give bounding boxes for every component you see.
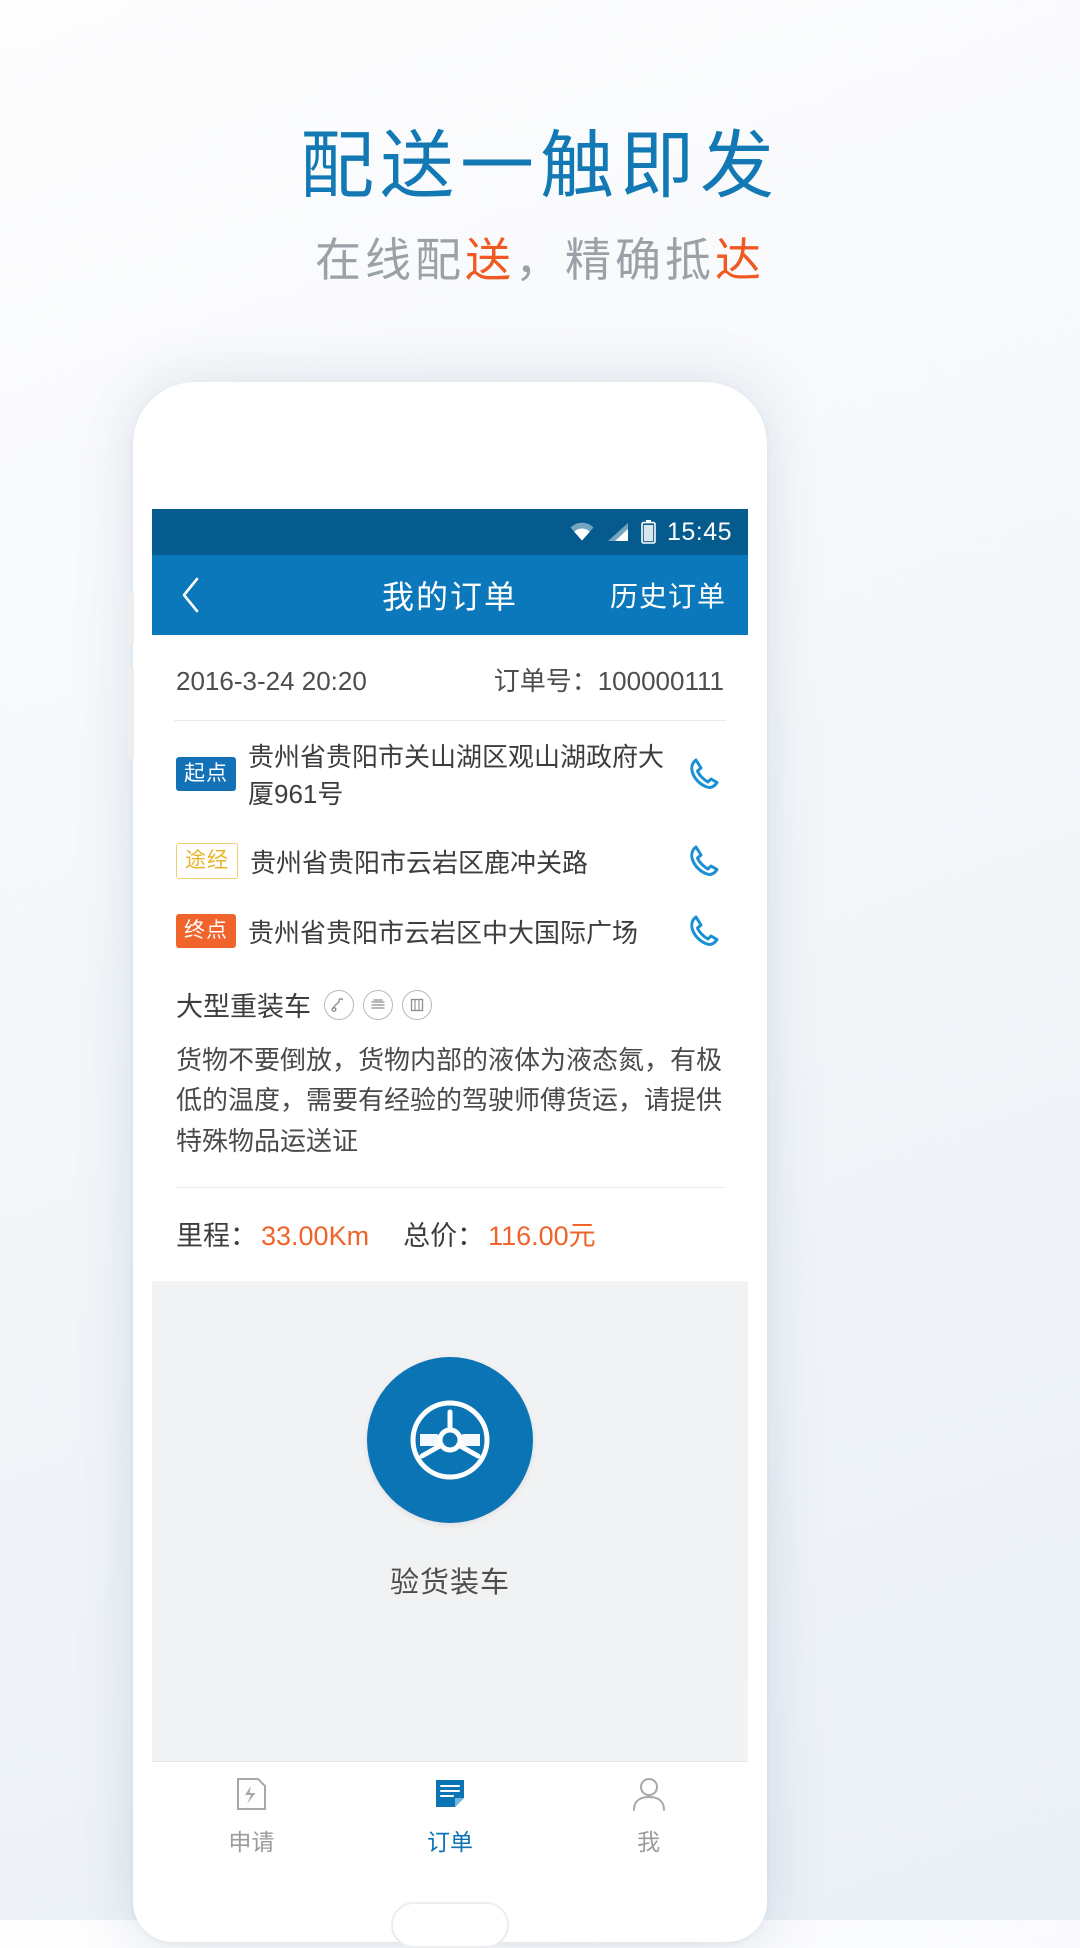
badge-start: 起点 xyxy=(176,757,236,791)
back-button[interactable] xyxy=(152,555,230,635)
order-note: 货物不要倒放，货物内部的液体为液态氮，有极低的温度，需要有经验的驾驶师傅货运，请… xyxy=(176,1045,723,1156)
hook-icon xyxy=(324,989,354,1020)
phone-icon[interactable] xyxy=(684,841,724,881)
order-totals: 里程： 33.00Km 总价： 116.00元 xyxy=(174,1188,726,1253)
order-list-icon xyxy=(430,1773,470,1815)
promo-subtitle-part-1: 在线配 xyxy=(315,232,465,287)
order-number-label: 订单号： xyxy=(493,666,598,696)
order-card-header: 2016-3-24 20:20 订单号：100000111 xyxy=(174,635,726,721)
price-value: 116.00元 xyxy=(488,1220,596,1251)
tab-bar: 申请 订单 我 xyxy=(152,1761,748,1867)
tab-order-label: 订单 xyxy=(427,1828,473,1855)
wifi-icon xyxy=(569,522,595,542)
address-text-start: 贵州省贵阳市关山湖区观山湖政府大厦961号 xyxy=(248,742,665,809)
action-label: 验货装车 xyxy=(389,1566,510,1599)
promo-title: 配送一触即发 xyxy=(300,123,780,209)
tab-profile-label: 我 xyxy=(637,1828,661,1855)
battery-icon xyxy=(641,520,656,544)
tab-order[interactable]: 订单 xyxy=(351,1762,550,1867)
status-bar: 15:45 xyxy=(152,509,748,555)
chevron-left-icon xyxy=(182,577,199,613)
action-area: 验货装车 xyxy=(152,1280,748,1677)
board-icon xyxy=(402,989,432,1020)
tab-profile[interactable]: 我 xyxy=(549,1762,748,1867)
verify-and-load-button[interactable] xyxy=(367,1356,533,1523)
mileage-value: 33.00Km xyxy=(261,1220,370,1251)
badge-via: 途经 xyxy=(176,843,238,879)
steering-wheel-icon xyxy=(410,1400,490,1480)
phone-icon[interactable] xyxy=(684,911,724,951)
order-number-value: 100000111 xyxy=(597,666,724,696)
home-button[interactable] xyxy=(391,1902,509,1948)
order-number-wrap: 订单号：100000111 xyxy=(494,661,724,698)
order-card: 2016-3-24 20:20 订单号：100000111 起点 贵州省贵阳市关… xyxy=(152,635,748,1281)
address-text-end: 贵州省贵阳市云岩区中大国际广场 xyxy=(248,917,639,948)
phone-screen: 15:45 我的订单 历史订单 2016-3-24 20:20 订单号：1000… xyxy=(152,509,748,1867)
vehicle-name: 大型重装车 xyxy=(176,992,311,1022)
order-datetime: 2016-3-24 20:20 xyxy=(176,666,367,696)
promo-subtitle: 在线配送，精确抵达 xyxy=(0,224,1080,290)
address-row-via: 途经 贵州省贵阳市云岩区鹿冲关路 xyxy=(174,825,726,895)
phone-mockup: 15:45 我的订单 历史订单 2016-3-24 20:20 订单号：1000… xyxy=(128,382,767,1948)
price-label: 总价： xyxy=(403,1220,485,1251)
apply-icon xyxy=(231,1773,271,1815)
signal-icon xyxy=(606,522,630,542)
liquid-icon xyxy=(363,989,393,1020)
promo-subtitle-part-2: 送 xyxy=(465,232,515,287)
mileage-label: 里程： xyxy=(176,1220,257,1251)
address-text-via: 贵州省贵阳市云岩区鹿冲关路 xyxy=(250,847,589,878)
vehicle-row: 大型重装车 xyxy=(174,965,726,1030)
badge-end: 终点 xyxy=(176,914,236,948)
tab-apply-label: 申请 xyxy=(228,1828,275,1855)
promo-subtitle-part-4: 达 xyxy=(715,232,765,287)
promo-header: 配送一触即发 在线配送，精确抵达 xyxy=(0,125,1080,290)
address-row-start: 起点 贵州省贵阳市关山湖区观山湖政府大厦961号 xyxy=(174,721,726,825)
address-row-end: 终点 贵州省贵阳市云岩区中大国际广场 xyxy=(174,895,726,965)
history-orders-button[interactable]: 历史订单 xyxy=(610,575,748,615)
phone-icon[interactable] xyxy=(684,754,724,794)
promo-subtitle-part-3: ，精确抵 xyxy=(515,232,715,287)
nav-bar: 我的订单 历史订单 xyxy=(152,555,748,635)
status-time: 15:45 xyxy=(666,517,732,546)
tab-apply[interactable]: 申请 xyxy=(152,1762,351,1867)
person-icon xyxy=(629,1773,669,1815)
